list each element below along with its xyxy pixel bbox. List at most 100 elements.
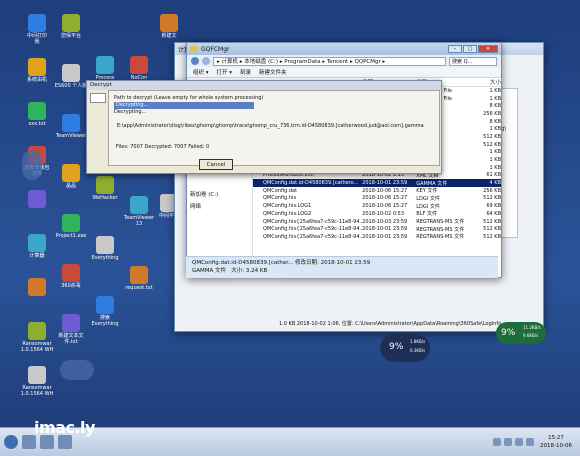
cancel-button[interactable]: Cancel [199, 159, 233, 170]
file-date: 2018-10-01 23:59 [362, 233, 408, 240]
desktop-icon[interactable]: Project1.exe [52, 214, 90, 239]
file-date: 2018-10-03 23:59 [362, 218, 408, 225]
desktop-icon[interactable]: 系统由机 [18, 58, 56, 83]
address-bar[interactable]: ▸ 计算机 ▸ 本地磁盘 (C:) ▸ ProgramData ▸ Tencen… [213, 56, 446, 66]
back-arrow-icon[interactable] [191, 57, 199, 65]
desktop-icon[interactable]: NoCon [120, 56, 158, 81]
desktop-icon[interactable]: Everything [86, 236, 124, 261]
maximize-button[interactable]: □ [463, 45, 477, 53]
desktop-icon[interactable]: xxx.txt [18, 102, 56, 127]
file-size: 1 KB [489, 95, 501, 102]
desktop-icon[interactable]: 新建文 [150, 14, 188, 39]
organize-button[interactable]: 组织 ▾ [193, 68, 209, 76]
desktop-icon[interactable]: 中间打印我 [18, 14, 56, 45]
taskbar-app-icon[interactable] [22, 435, 36, 449]
decrypt-status-panel: Path to decrypt (Leave empty for whole s… [108, 90, 440, 166]
file-size: 4 KB [489, 180, 501, 187]
desktop-icon[interactable] [18, 278, 56, 297]
tray-icon[interactable] [504, 438, 513, 446]
file-row[interactable]: QMConfig.hiv{25a6fea7-c59c-11e8-94... 201… [253, 218, 501, 226]
app-icon [96, 176, 114, 194]
desktop-icon-sublabel: 件.txt [64, 339, 78, 345]
file-date: 2018-10-01 23:59 [362, 180, 408, 187]
forward-arrow-icon[interactable] [202, 57, 210, 65]
file-size: 61 KB [486, 172, 501, 179]
desktop-icon-label: Project1.exe [55, 233, 87, 239]
file-name: QMConfig.hiv [263, 195, 297, 202]
open-button[interactable]: 打开 ▾ [217, 68, 233, 76]
desktop-icon[interactable]: ES600 个人版 [52, 64, 90, 89]
desktop-icon-label: xxx.txt [28, 121, 46, 127]
app-icon [62, 314, 80, 332]
tray-icon[interactable] [526, 438, 535, 446]
file-date: 2018-10-06 15:27 [362, 187, 408, 194]
file-row[interactable]: QMConfig.dat 2018-10-06 15:27 KEY 文件 256 KB [253, 187, 501, 195]
desktop-icon[interactable]: 搜索 Everything [86, 296, 124, 327]
decrypt-dialog[interactable]: Decrypt Path to decrypt (Leave empty for… [86, 80, 442, 174]
app-icon [62, 114, 80, 132]
net-monitor-bubble[interactable]: 9% 1.8KB/s 0.3KB/s [380, 334, 430, 362]
app-icon [62, 214, 80, 232]
file-size: 256 KB [483, 187, 501, 194]
file-size: 256 KB [483, 110, 501, 117]
taskbar-app-icon[interactable] [40, 435, 54, 449]
desktop-icon-label: WeHacker [92, 195, 118, 201]
desktop-icon-sublabel: 1.0.1564 WH [20, 347, 54, 353]
sidebar-item-network[interactable]: 网络 [190, 201, 249, 213]
tray-icon[interactable] [493, 438, 502, 446]
desktop-icon-sublabel: 1.0.1564 WH [20, 391, 54, 397]
file-size: 8 KB [489, 118, 501, 125]
file-row[interactable]: QMConfig.hiv.LOG2 2018-10-02 0:53 BLF 文件 64… [253, 210, 501, 218]
desktop-icon[interactable]: 晶品 [52, 164, 90, 189]
desktop-icon[interactable]: WeHacker [86, 176, 124, 201]
file-row[interactable]: QMConfig.hiv.LOG1 2018-10-06 15:27 LDGI 文件… [253, 202, 501, 210]
desktop-icon[interactable]: 您保平台 [52, 14, 90, 39]
file-row[interactable]: QMConfig.dat.id-D4580839.[cathero... 2018… [253, 179, 501, 187]
back-window-status: 1.0 KB 2018-10-02 1:06, 位置: C:\Users\Adm… [279, 321, 502, 327]
app-icon [28, 14, 46, 32]
desktop-icon[interactable]: 新建文本文 件.txt [52, 314, 90, 345]
file-name: QMConfig.hiv{25a6fea7-c59c-11e8-94... [263, 233, 363, 240]
file-size: 512 KB [483, 226, 501, 233]
column-size[interactable]: 大小 [465, 78, 501, 86]
start-button[interactable] [4, 435, 18, 449]
file-size: 69 KB [486, 203, 501, 210]
desktop-icon[interactable]: Ransomwar 1.0.1564 WH [18, 322, 56, 353]
file-size: 512 KB [483, 218, 501, 225]
desktop: 中间打印我系统由机xxx.txt加密安装包文件计算器Ransomwar1.0.1… [0, 0, 580, 456]
file-row[interactable]: QMConfig.hiv{25a6fea7-c59c-11e8-94... 201… [253, 225, 501, 233]
desktop-icon[interactable]: TeamViewer [52, 114, 90, 139]
app-icon [62, 64, 80, 82]
blurred-icon [60, 360, 94, 380]
sidebar-item-drive-c[interactable]: 新加卷 (C:) [190, 189, 249, 201]
desktop-icon[interactable] [18, 190, 56, 209]
app-icon [28, 58, 46, 76]
desktop-icon[interactable]: request.txt [120, 266, 158, 291]
file-type: GAMMA 文件 [416, 180, 448, 187]
cpu-monitor-bubble[interactable]: 9% 11.2KB/s 9.6KB/s [496, 322, 546, 344]
app-icon [96, 236, 114, 254]
file-row[interactable]: QMConfig.hiv{25a6fea7-c59c-11e8-94... 201… [253, 233, 501, 241]
path-input-box[interactable] [90, 93, 106, 103]
desktop-icon[interactable]: 计算器 [18, 234, 56, 259]
desktop-icon[interactable]: Ransomwar 1.0.1564 WH [18, 366, 56, 397]
desktop-icon-label: TeamViewer [55, 133, 87, 139]
file-type: LDGI 文件 [416, 195, 440, 202]
close-button[interactable]: ✕ [478, 45, 498, 53]
desktop-icon-sublabel: Everything [91, 321, 119, 327]
minimize-button[interactable]: – [448, 45, 462, 53]
desktop-icon[interactable]: 360杀毒 [52, 264, 90, 289]
app-icon [28, 102, 46, 120]
desktop-icon-label: 计算器 [29, 253, 45, 259]
clock[interactable]: 15:27 2018-10-06 [540, 434, 572, 450]
new-folder-button[interactable]: 新建文件夹 [259, 68, 287, 76]
folder-icon [190, 46, 198, 52]
burn-button[interactable]: 刻录 [240, 68, 251, 76]
search-input[interactable]: 搜索 Q... [449, 56, 497, 66]
file-name: QMConfig.dat.id-D4580839.[cathero... [263, 180, 359, 187]
taskbar-app-icon[interactable] [58, 435, 72, 449]
tray-icon[interactable] [515, 438, 524, 446]
desktop-icon-label: ES600 个人版 [54, 83, 88, 89]
file-row[interactable]: QMConfig.hiv 2018-10-06 15:27 LDGI 文件 512 K… [253, 195, 501, 203]
desktop-icon-sublabel: 13 [135, 221, 143, 227]
